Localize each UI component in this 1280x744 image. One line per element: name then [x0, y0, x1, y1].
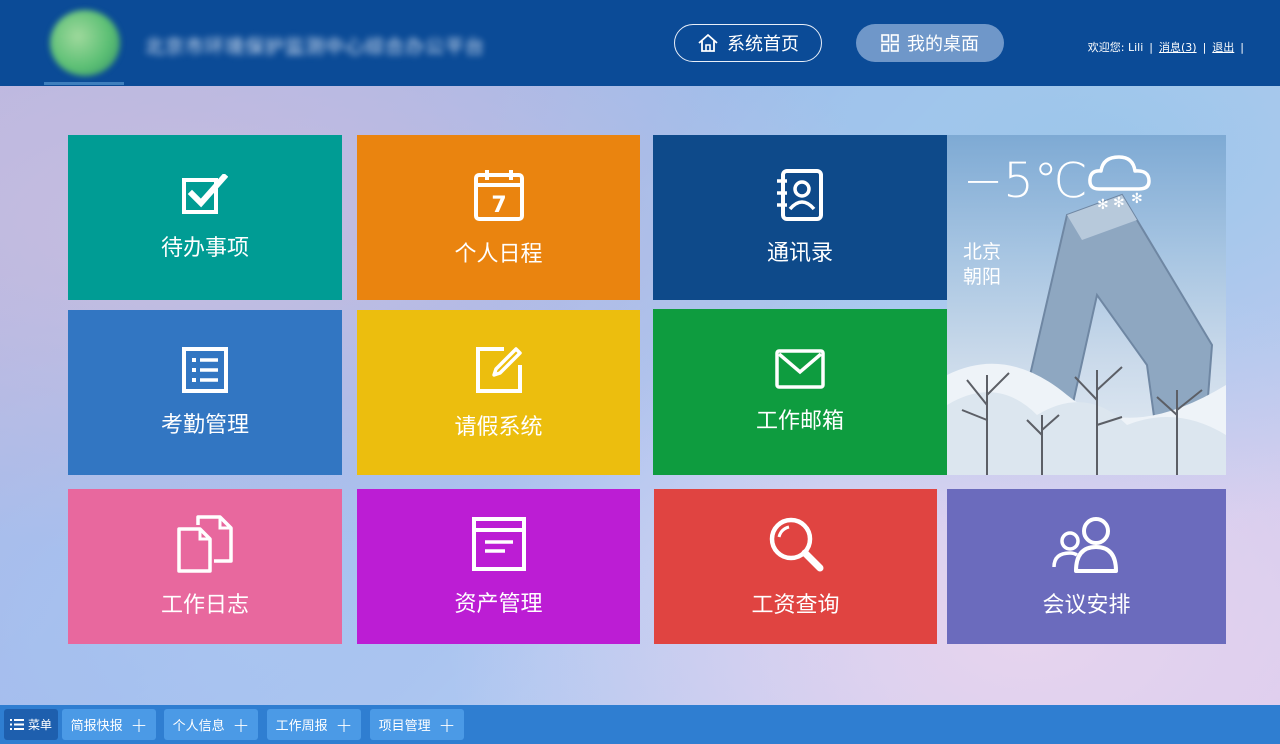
tile-label: 通讯录	[766, 240, 833, 266]
menu-icon	[9, 719, 24, 730]
plus-icon: +	[438, 712, 456, 737]
task-tab-briefing[interactable]: 简报快报 +	[62, 709, 156, 740]
tile-label: 个人日程	[454, 241, 543, 267]
logo	[50, 10, 120, 76]
system-title: 北京市环境保护监测中心综合办公平台	[145, 36, 486, 58]
contacts-icon	[777, 168, 823, 221]
snow-cloud-icon: ✻ ✻ ✻	[1088, 155, 1151, 211]
home-icon	[698, 34, 718, 52]
tile-label: 考勤管理	[160, 412, 249, 438]
mail-icon	[775, 349, 825, 389]
tile-label: 工作日志	[160, 592, 249, 618]
grid-icon	[881, 34, 899, 52]
desktop-button-label: 我的桌面	[907, 34, 979, 55]
divider: |	[1240, 40, 1244, 54]
desktop-button[interactable]: 我的桌面	[856, 24, 1004, 62]
tile-salary[interactable]: 工资查询	[654, 489, 937, 644]
tile-schedule[interactable]: 7 个人日程	[357, 135, 640, 300]
temperature: −5℃	[963, 153, 1088, 209]
tile-label: 工作邮箱	[755, 409, 844, 434]
archive-icon	[471, 516, 526, 571]
logo-underline	[44, 82, 124, 85]
divider: |	[1149, 40, 1153, 54]
tile-label: 资产管理	[454, 591, 543, 617]
weather-district: 朝阳	[963, 266, 1002, 288]
plus-icon: +	[130, 712, 148, 737]
documents-icon	[177, 514, 233, 573]
calendar-day: 7	[491, 193, 506, 218]
weather-city: 北京	[963, 241, 1002, 263]
user-bar: 欢迎您: Lili | 消息(3) | 退出 |	[1088, 39, 1250, 55]
tile-meeting[interactable]: 会议安排	[947, 489, 1226, 644]
top-header: 北京市环境保护监测中心综合办公平台 系统首页 我的桌面 欢迎您: Lili | …	[0, 0, 1280, 86]
task-tab-label: 个人信息	[172, 719, 225, 734]
list-icon	[182, 346, 228, 393]
svg-text:✻: ✻	[1131, 191, 1143, 207]
tile-attendance[interactable]: 考勤管理	[68, 310, 342, 475]
checkbox-icon	[182, 173, 228, 214]
task-tab-weekly-report[interactable]: 工作周报 +	[267, 709, 361, 740]
tile-label: 会议安排	[1042, 592, 1131, 618]
task-tab-label: 简报快报	[70, 719, 123, 734]
divider: |	[1202, 40, 1207, 54]
task-tab-label: 工作周报	[275, 719, 328, 734]
svg-text:✻: ✻	[1113, 195, 1125, 211]
plus-icon: +	[232, 712, 250, 737]
task-tab-projects[interactable]: 项目管理 +	[370, 709, 464, 740]
logout-link[interactable]: 退出	[1212, 39, 1234, 55]
search-icon	[769, 517, 823, 571]
home-button[interactable]: 系统首页	[674, 24, 822, 62]
edit-icon	[475, 346, 522, 393]
task-tab-label: 项目管理	[378, 719, 431, 734]
plus-icon: +	[335, 712, 353, 737]
tile-label: 待办事项	[160, 235, 249, 261]
menu-label: 菜单	[27, 718, 52, 732]
tile-assets[interactable]: 资产管理	[357, 489, 640, 644]
tile-label: 工资查询	[751, 592, 840, 618]
welcome-text: 欢迎您: Lili	[1087, 41, 1144, 54]
tile-worklog[interactable]: 工作日志	[68, 489, 342, 644]
messages-link[interactable]: 消息(3)	[1159, 39, 1197, 55]
tile-contacts[interactable]: 通讯录	[653, 135, 947, 300]
tile-leave[interactable]: 请假系统	[357, 310, 640, 475]
menu-button[interactable]: 菜单	[4, 709, 58, 740]
users-icon	[1051, 516, 1118, 573]
weather-widget[interactable]: −5℃ ✻ ✻ ✻ 北京 朝阳	[947, 135, 1226, 475]
tile-label: 请假系统	[454, 414, 543, 440]
svg-text:✻: ✻	[1097, 197, 1109, 211]
tile-mail[interactable]: 工作邮箱	[653, 309, 947, 475]
task-tab-personal-info[interactable]: 个人信息 +	[164, 709, 258, 740]
calendar-icon: 7	[473, 169, 524, 221]
tile-todo[interactable]: 待办事项	[68, 135, 342, 300]
home-button-label: 系统首页	[727, 34, 799, 55]
